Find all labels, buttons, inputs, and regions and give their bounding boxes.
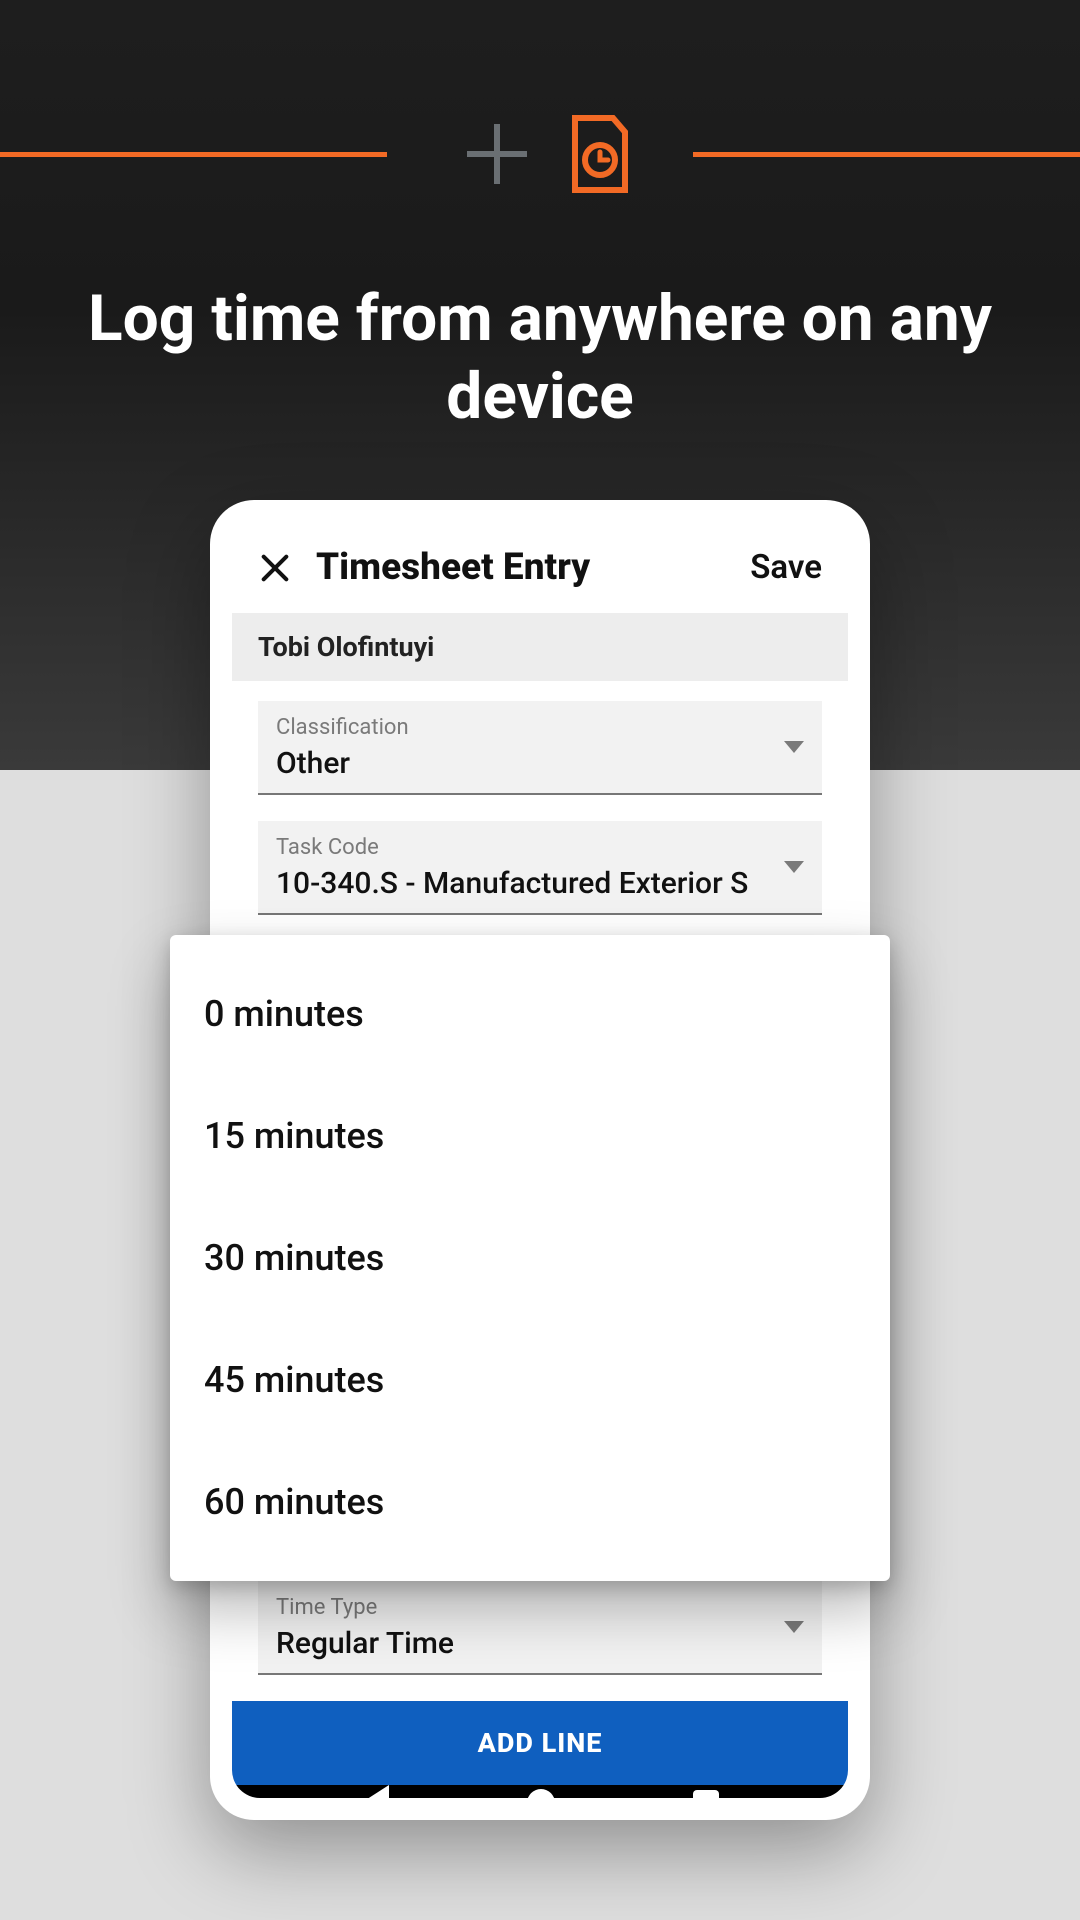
task-code-select[interactable]: Task Code 10-340.S - Manufactured Exteri… [258,821,822,915]
android-navbar [232,1785,848,1798]
add-line-button[interactable]: ADD LINE [232,1701,848,1785]
classification-label: Classification [276,715,804,740]
chevron-down-icon [784,741,804,753]
chevron-down-icon [784,1621,804,1633]
chevron-down-icon [784,861,804,873]
dropdown-option-30[interactable]: 30 minutes [170,1197,890,1319]
time-type-label: Time Type [276,1595,804,1620]
time-type-select[interactable]: Time Type Regular Time [258,1581,822,1675]
dropdown-option-15[interactable]: 15 minutes [170,1075,890,1197]
nav-back-icon[interactable] [361,1785,389,1798]
save-button[interactable]: Save [750,548,822,587]
nav-recent-icon[interactable] [693,1790,719,1798]
close-icon[interactable] [258,551,292,585]
nav-home-icon[interactable] [527,1789,555,1798]
classification-value: Other [276,746,804,781]
hero-headline: Log time from anywhere on any device [54,280,1026,436]
hero-divider [0,150,1080,158]
user-name-strip: Tobi Olofintuyi [232,613,848,681]
task-code-value: 10-340.S - Manufactured Exterior S [276,866,804,901]
dropdown-option-0[interactable]: 0 minutes [170,953,890,1075]
divider-left [0,152,387,157]
page-title: Timesheet Entry [316,546,726,589]
dropdown-option-45[interactable]: 45 minutes [170,1319,890,1441]
dropdown-option-60[interactable]: 60 minutes [170,1441,890,1563]
appbar: Timesheet Entry Save [232,522,848,613]
time-type-value: Regular Time [276,1626,804,1661]
document-clock-icon [567,114,633,194]
classification-select[interactable]: Classification Other [258,701,822,795]
task-code-label: Task Code [276,835,804,860]
plus-icon [467,124,527,184]
divider-right [693,152,1080,157]
minutes-dropdown: 0 minutes 15 minutes 30 minutes 45 minut… [170,935,890,1581]
